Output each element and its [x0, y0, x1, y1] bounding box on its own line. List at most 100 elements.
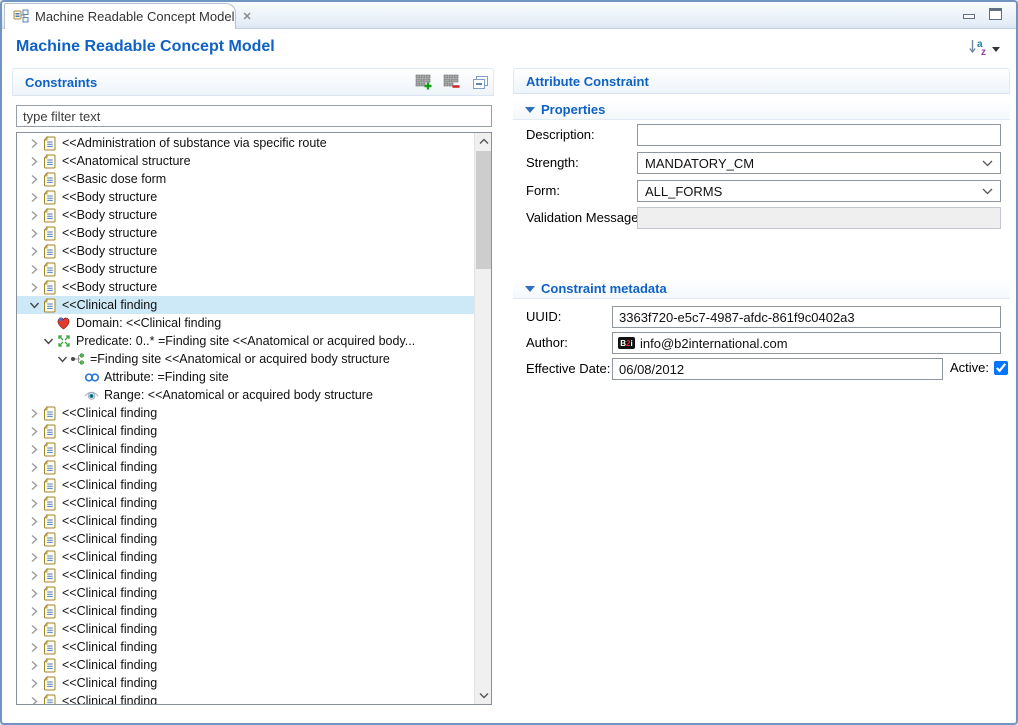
constraint-icon [41, 675, 58, 691]
chevron-right-icon[interactable] [27, 495, 41, 511]
chevron-right-icon[interactable] [27, 153, 41, 169]
chevron-right-icon[interactable] [27, 405, 41, 421]
remove-constraint-button[interactable] [442, 72, 462, 92]
chevron-right-icon[interactable] [27, 531, 41, 547]
tree-item[interactable]: <<Clinical finding [17, 494, 474, 512]
constraints-panel-title: Constraints [13, 75, 97, 90]
chevron-right-icon[interactable] [27, 225, 41, 241]
chevron-right-icon[interactable] [27, 261, 41, 277]
tab-machine-readable-concept-model[interactable]: Machine Readable Concept Model ✕ [4, 3, 236, 29]
tree-item[interactable]: <<Clinical finding [17, 296, 474, 314]
chevron-right-icon[interactable] [27, 639, 41, 655]
close-icon[interactable]: ✕ [242, 10, 251, 23]
tree-item[interactable]: <<Clinical finding [17, 404, 474, 422]
chevron-down-icon[interactable] [55, 351, 69, 367]
scroll-up-icon[interactable] [475, 133, 492, 150]
chevron-right-icon[interactable] [27, 585, 41, 601]
tree-item[interactable]: <<Clinical finding [17, 656, 474, 674]
tree-item[interactable]: <<Clinical finding [17, 638, 474, 656]
chevron-right-icon[interactable] [27, 603, 41, 619]
tree-item[interactable]: <<Body structure [17, 224, 474, 242]
tree-item[interactable]: <<Clinical finding [17, 440, 474, 458]
section-twistie-icon[interactable] [525, 107, 535, 113]
tree-item[interactable]: <<Body structure [17, 242, 474, 260]
tree-item[interactable]: <<Body structure [17, 206, 474, 224]
tree-scrollbar[interactable] [474, 133, 491, 704]
sort-button[interactable]: a z [968, 38, 1000, 57]
chevron-right-icon[interactable] [27, 423, 41, 439]
tree-item[interactable]: <<Body structure [17, 260, 474, 278]
wall-add-icon [415, 73, 433, 91]
tree-item[interactable]: =Finding site <<Anatomical or acquired b… [17, 350, 474, 368]
tree-item[interactable]: Attribute: =Finding site [17, 368, 474, 386]
tree-item[interactable]: <<Clinical finding [17, 566, 474, 584]
tree-item[interactable]: <<Clinical finding [17, 620, 474, 638]
strength-select[interactable]: MANDATORY_CM [637, 152, 1001, 174]
tree-item[interactable]: <<Basic dose form [17, 170, 474, 188]
tree-item[interactable]: Domain: <<Clinical finding [17, 314, 474, 332]
section-twistie-icon[interactable] [525, 286, 535, 292]
chevron-right-icon[interactable] [27, 513, 41, 529]
chevron-right-icon[interactable] [27, 549, 41, 565]
scroll-thumb[interactable] [476, 151, 491, 269]
form-select[interactable]: ALL_FORMS [637, 180, 1001, 202]
tree-item-label: <<Clinical finding [58, 406, 157, 420]
effective-date-field[interactable] [612, 358, 943, 380]
minimize-icon[interactable] [963, 14, 975, 19]
chevron-right-icon[interactable] [27, 693, 41, 705]
chevron-down-icon[interactable] [41, 333, 55, 349]
chevron-down-icon[interactable] [27, 297, 41, 313]
tree-item[interactable]: <<Clinical finding [17, 548, 474, 566]
chevron-right-icon[interactable] [27, 567, 41, 583]
model-icon [13, 9, 29, 24]
tree-item-label: <<Clinical finding [58, 298, 157, 312]
domain-icon [55, 315, 72, 331]
tree-item[interactable]: <<Clinical finding [17, 692, 474, 705]
active-checkbox[interactable] [994, 361, 1008, 375]
tree-item[interactable]: <<Anatomical structure [17, 152, 474, 170]
chevron-right-icon[interactable] [27, 675, 41, 691]
chevron-right-icon[interactable] [27, 243, 41, 259]
constraint-icon [41, 621, 58, 637]
tree-item[interactable]: <<Body structure [17, 278, 474, 296]
chevron-right-icon[interactable] [27, 135, 41, 151]
tree-item[interactable]: <<Clinical finding [17, 530, 474, 548]
description-field[interactable] [637, 124, 1001, 146]
tree-item[interactable]: <<Clinical finding [17, 512, 474, 530]
metadata-section-header[interactable]: Constraint metadata [513, 279, 1010, 299]
filter-input[interactable] [16, 105, 492, 127]
uuid-field[interactable] [612, 306, 1001, 328]
tree-item-label: <<Clinical finding [58, 424, 157, 438]
properties-section-header[interactable]: Properties [513, 100, 1010, 120]
chevron-right-icon[interactable] [27, 189, 41, 205]
chevron-right-icon[interactable] [27, 171, 41, 187]
tree-item[interactable]: <<Clinical finding [17, 458, 474, 476]
chevron-right-icon[interactable] [27, 621, 41, 637]
chevron-right-icon[interactable] [27, 279, 41, 295]
tree-item[interactable]: <<Clinical finding [17, 674, 474, 692]
constraint-icon [41, 567, 58, 583]
collapse-all-button[interactable] [470, 72, 490, 92]
tree-item-label: <<Clinical finding [58, 532, 157, 546]
tree-item-label: =Finding site <<Anatomical or acquired b… [86, 352, 390, 366]
chevron-right-icon[interactable] [27, 207, 41, 223]
chevron-right-icon[interactable] [27, 459, 41, 475]
maximize-icon[interactable] [989, 8, 1002, 20]
tree-item[interactable]: Range: <<Anatomical or acquired body str… [17, 386, 474, 404]
tree-item[interactable]: <<Administration of substance via specif… [17, 134, 474, 152]
scroll-down-icon[interactable] [475, 687, 492, 704]
tree-item[interactable]: <<Clinical finding [17, 422, 474, 440]
tree-item[interactable]: <<Body structure [17, 188, 474, 206]
chevron-right-icon[interactable] [27, 477, 41, 493]
tree-item[interactable]: <<Clinical finding [17, 584, 474, 602]
tree-item[interactable]: <<Clinical finding [17, 602, 474, 620]
chevron-right-icon[interactable] [27, 441, 41, 457]
tree-item[interactable]: <<Clinical finding [17, 476, 474, 494]
tree-item[interactable]: Predicate: 0..* =Finding site <<Anatomic… [17, 332, 474, 350]
tree-item-label: <<Clinical finding [58, 496, 157, 510]
author-field[interactable]: B2i info@b2international.com [612, 332, 1001, 354]
tree-item-label: <<Clinical finding [58, 694, 157, 705]
chevron-right-icon[interactable] [27, 657, 41, 673]
add-constraint-button[interactable] [414, 72, 434, 92]
tree-item-label: <<Body structure [58, 262, 157, 276]
